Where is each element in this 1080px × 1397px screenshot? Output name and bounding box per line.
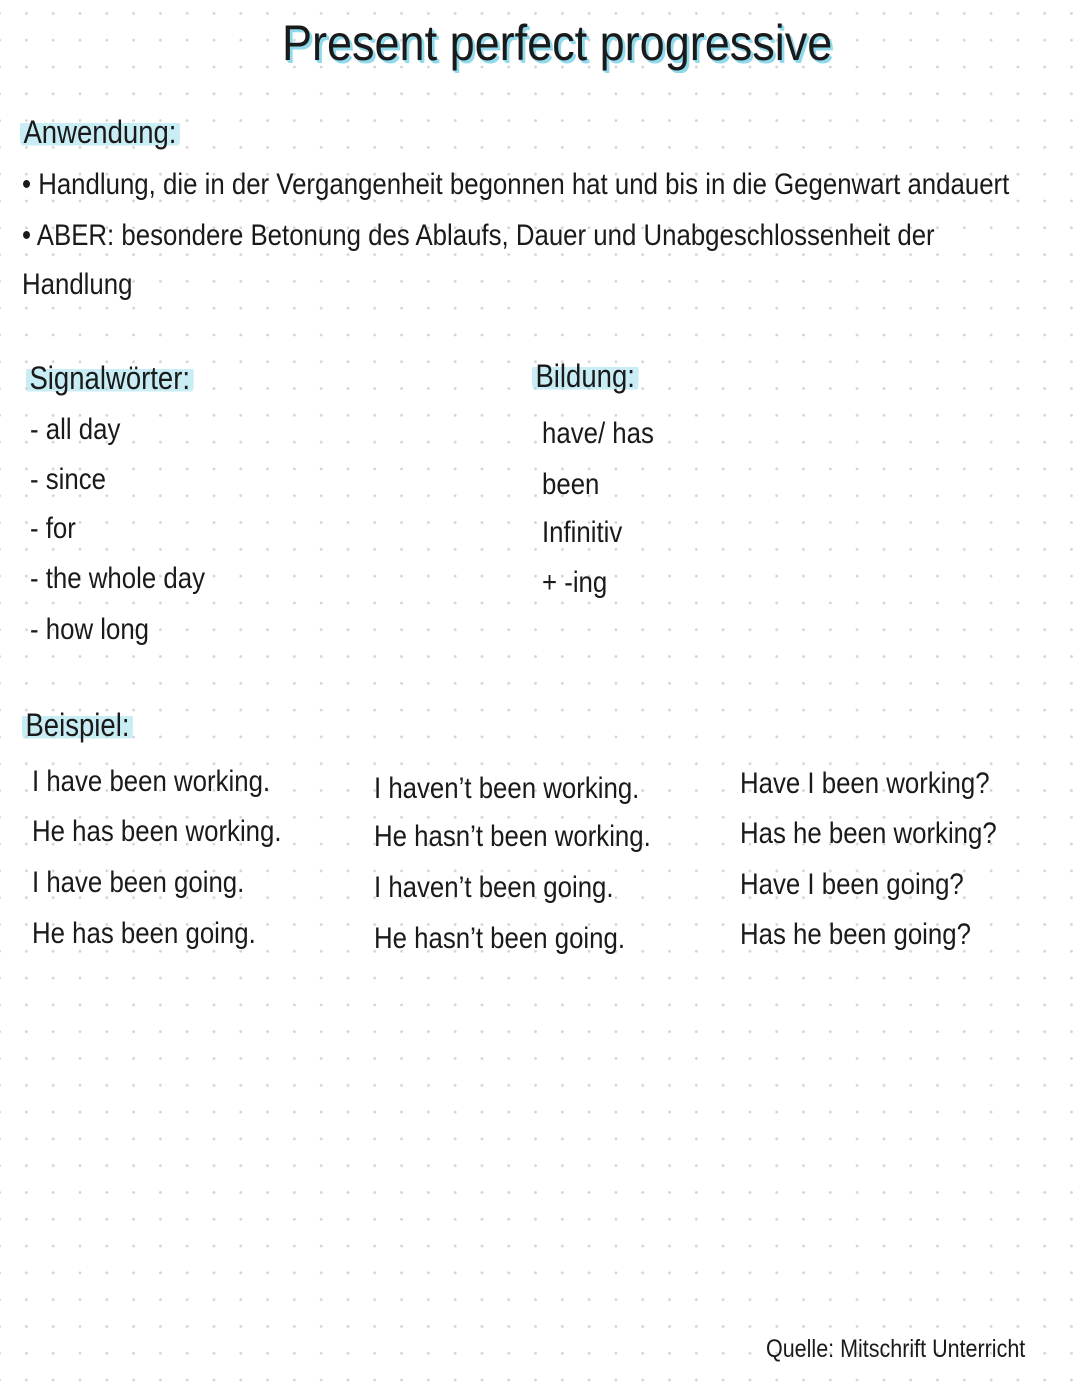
example-sentence: I have been going. — [32, 866, 245, 899]
example-sentence: Have I been working? — [740, 767, 990, 800]
anwendung-line: Handlung — [22, 268, 133, 301]
example-sentence: Has he been going? — [740, 918, 971, 951]
anwendung-line: • ABER: besondere Betonung des Ablaufs, … — [22, 219, 935, 252]
signalwort-item: - since — [30, 463, 106, 496]
bildung-item: been — [542, 468, 600, 501]
example-sentence: Has he been working? — [740, 817, 997, 850]
example-sentence: He hasn’t been working. — [374, 820, 651, 853]
example-sentence: I have been working. — [32, 765, 271, 798]
example-sentence: He has been working. — [32, 815, 282, 848]
signalwoerter-heading: Signalwörter: — [26, 360, 194, 397]
signalwort-item: - how long — [30, 613, 150, 646]
anwendung-heading: Anwendung: — [20, 114, 180, 151]
bildung-item: Infinitiv — [542, 516, 623, 549]
signalwort-item: - for — [30, 512, 76, 545]
signalwort-item: - the whole day — [30, 562, 205, 595]
example-sentence: I haven’t been working. — [374, 772, 640, 805]
example-sentence: He hasn’t been going. — [374, 922, 626, 955]
beispiel-heading: Beispiel: — [22, 707, 133, 744]
bildung-item: have/ has — [542, 417, 654, 450]
example-sentence: Have I been going? — [740, 868, 964, 901]
signalwort-item: - all day — [30, 413, 121, 446]
source-note: Quelle: Mitschrift Unterricht — [766, 1335, 1026, 1363]
page-title: Present perfect progressive — [282, 15, 833, 71]
bildung-item: + -ing — [542, 566, 608, 599]
example-sentence: He has been going. — [32, 917, 256, 950]
bildung-heading: Bildung: — [532, 358, 639, 395]
anwendung-line: • Handlung, die in der Vergangenheit beg… — [22, 168, 1010, 201]
note-page: { "title": "Present perfect progressive"… — [0, 0, 1080, 1397]
example-sentence: I haven’t been going. — [374, 871, 614, 904]
